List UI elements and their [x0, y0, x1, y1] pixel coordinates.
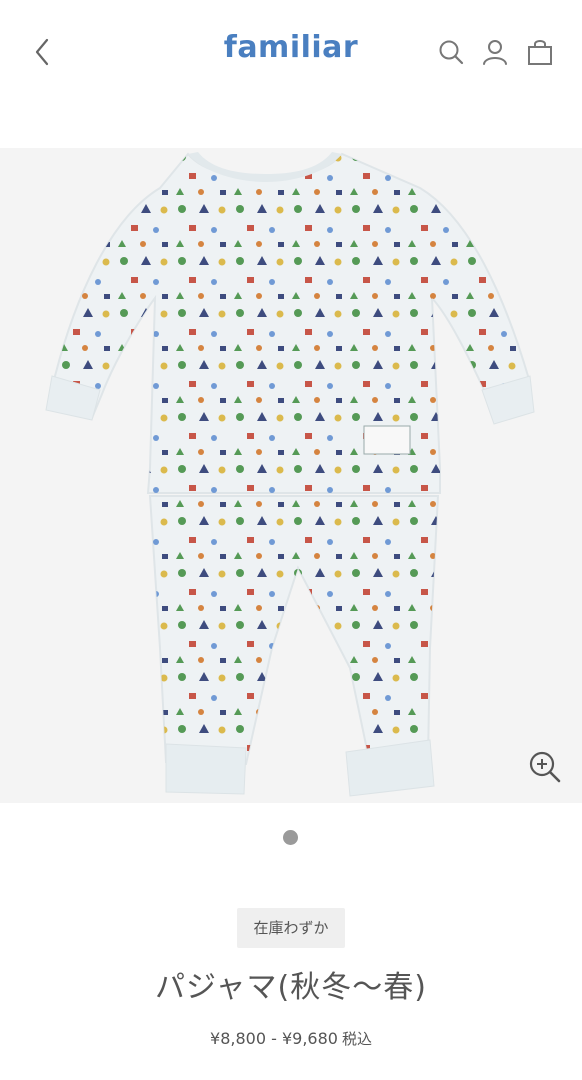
- search-button[interactable]: [437, 38, 465, 66]
- search-icon: [439, 40, 464, 65]
- price-range: ¥8,800 - ¥9,680: [210, 1029, 338, 1048]
- app-header: familiar: [0, 0, 582, 105]
- stock-status-badge: 在庫わずか: [237, 908, 345, 948]
- zoom-in-icon: [529, 751, 561, 783]
- cart-button[interactable]: [526, 38, 554, 66]
- user-icon: [483, 40, 507, 65]
- zoom-button[interactable]: [527, 749, 563, 785]
- account-button[interactable]: [481, 38, 509, 66]
- product-image[interactable]: [0, 148, 582, 803]
- tax-label: 税込: [341, 1030, 372, 1048]
- product-title: パジャマ(秋冬〜春): [155, 970, 427, 1005]
- shopping-bag-icon: [528, 40, 552, 65]
- product-image-gallery[interactable]: [0, 148, 582, 803]
- slide-indicator-dot[interactable]: [283, 830, 298, 845]
- product-price: ¥8,800 - ¥9,680 税込: [0, 1028, 582, 1049]
